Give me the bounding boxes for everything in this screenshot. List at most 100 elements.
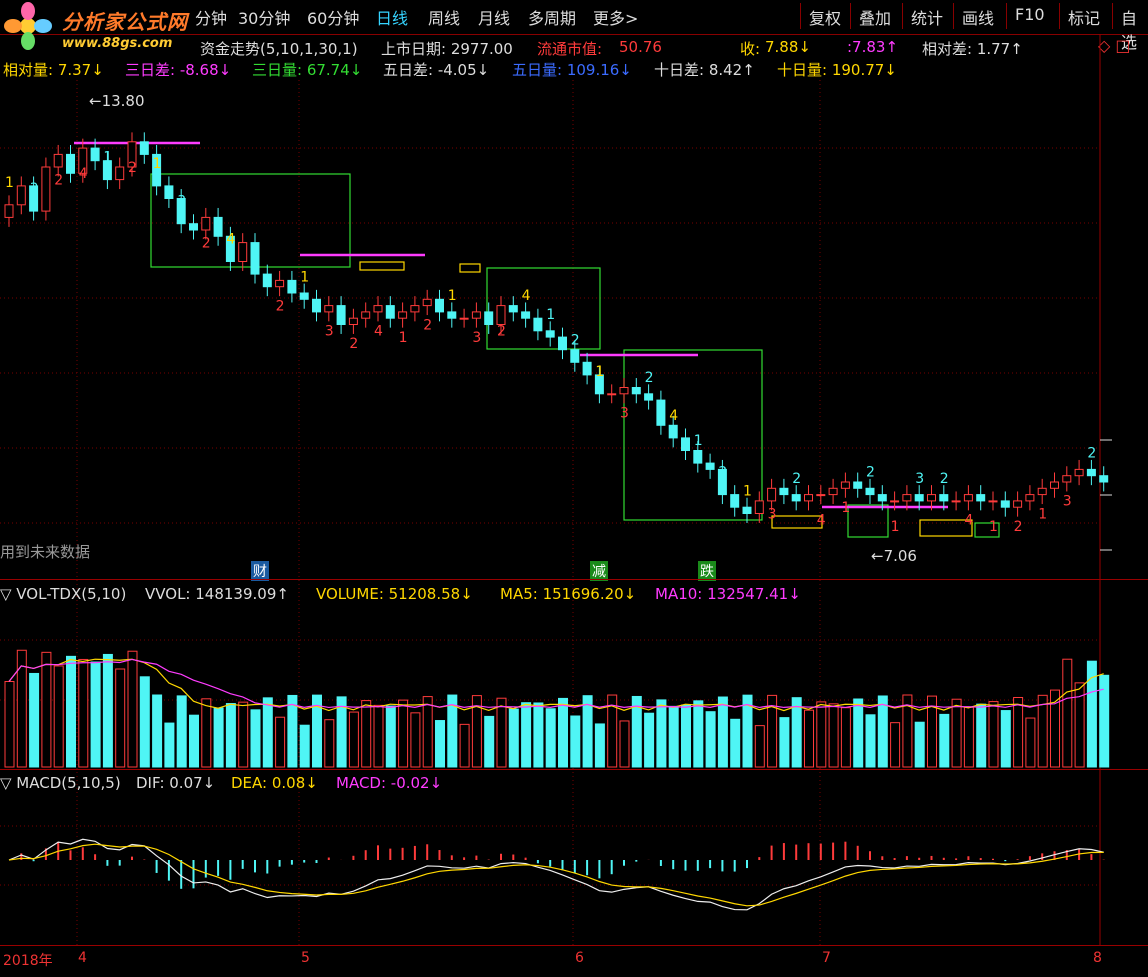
- signal-digit: 2: [54, 172, 63, 188]
- candle: [705, 462, 715, 470]
- tag-fall[interactable]: 跌: [698, 561, 716, 581]
- candle: [373, 305, 383, 313]
- volume-bar: [201, 698, 212, 768]
- volume-bar: [816, 701, 827, 768]
- signal-digit: 1: [300, 269, 309, 285]
- volume-bar: [422, 696, 433, 768]
- signal-digit: 2: [423, 317, 432, 333]
- candle: [422, 298, 432, 307]
- candle: [312, 298, 321, 313]
- volume-bar: [570, 715, 581, 768]
- signal-digit: 1: [694, 433, 703, 449]
- volume-bar: [176, 695, 187, 768]
- signal-digit: 3: [620, 406, 629, 422]
- candle: [1037, 487, 1047, 496]
- candle: [139, 141, 149, 155]
- volume-bar: [619, 720, 630, 768]
- candle: [164, 185, 174, 199]
- volume-bar: [877, 695, 888, 768]
- candle: [988, 500, 998, 503]
- candle: [816, 494, 826, 497]
- candle: [865, 487, 875, 496]
- candle: [853, 481, 863, 489]
- volume-bar: [484, 715, 495, 768]
- candle: [1086, 468, 1096, 477]
- candle: [927, 494, 936, 502]
- volume-bar: [779, 717, 790, 768]
- volume-value: VOLUME: 51208.58↓: [316, 585, 473, 603]
- candle: [840, 481, 850, 489]
- candle: [385, 305, 395, 319]
- volume-bar: [533, 702, 544, 768]
- volume-bar: [213, 707, 224, 768]
- signal-digit: 1: [989, 519, 998, 535]
- signal-digit: 2: [940, 471, 949, 487]
- candle: [398, 311, 408, 319]
- signal-digit: 1: [103, 150, 112, 166]
- ma10-value: MA10: 132547.41↓: [655, 585, 801, 603]
- date-label: 2018年: [3, 953, 53, 969]
- signal-digit: 4: [669, 408, 678, 424]
- candle: [238, 242, 248, 263]
- vvol-value: VVOL: 148139.09↑: [145, 585, 289, 603]
- candle: [804, 494, 813, 502]
- signal-digit: 1: [153, 156, 162, 172]
- volume-bar: [521, 702, 532, 768]
- signal-digit: 2: [276, 298, 285, 314]
- volume-bar: [459, 723, 470, 768]
- signal-digit: 4: [522, 288, 531, 304]
- volume-bar: [238, 701, 249, 768]
- signal-digit: 2: [866, 465, 875, 481]
- candle: [287, 279, 297, 294]
- volume-bar: [558, 697, 568, 768]
- signal-digit: 3: [30, 181, 39, 197]
- macd-indicator-name[interactable]: ▽ MACD(5,10,5): [0, 774, 121, 792]
- signal-digit: 4: [79, 166, 88, 182]
- volume-bar: [853, 698, 864, 768]
- signal-digit: 3: [1063, 494, 1072, 510]
- signal-digit: 2: [1087, 446, 1096, 462]
- candle: [668, 424, 678, 439]
- volume-bar: [435, 720, 445, 768]
- candle: [41, 166, 51, 212]
- volume-bar: [299, 724, 310, 768]
- tag-finance[interactable]: 财: [251, 561, 269, 581]
- volume-bar: [988, 701, 999, 768]
- candle: [1099, 475, 1109, 483]
- dea-value: DEA: 0.08↓: [231, 774, 318, 792]
- date-label: 5: [301, 950, 310, 966]
- candle: [521, 311, 531, 319]
- candle: [1074, 468, 1084, 477]
- volume-bar: [594, 723, 605, 768]
- candle: [459, 317, 469, 320]
- volume-bar: [324, 719, 335, 768]
- panel-divider: [0, 769, 1148, 770]
- candle: [644, 393, 654, 401]
- signal-digit: 1: [448, 288, 457, 304]
- candle: [435, 298, 444, 313]
- volume-bar: [41, 651, 52, 768]
- volume-bar: [545, 708, 556, 768]
- candle: [545, 330, 555, 338]
- kline-chart-area[interactable]: 1 32 412 132 4121324 1213 241213241213241213 24…: [0, 0, 1148, 977]
- volume-bar: [508, 708, 519, 768]
- volume-bar: [963, 706, 974, 768]
- vol-indicator-name[interactable]: ▽ VOL-TDX(5,10): [0, 585, 126, 603]
- signal-digit: 2: [349, 336, 358, 352]
- date-label: 7: [822, 950, 831, 966]
- volume-bar: [914, 721, 925, 768]
- candle: [201, 216, 211, 231]
- candle: [914, 494, 924, 502]
- volume-bar: [262, 697, 273, 768]
- candle: [754, 500, 764, 514]
- volume-bar: [865, 714, 876, 768]
- candle: [681, 437, 690, 451]
- volume-bar: [250, 709, 261, 768]
- candle: [730, 494, 740, 508]
- signal-digit: 1: [595, 364, 604, 380]
- volume-bar: [644, 712, 655, 768]
- volume-bar: [4, 681, 15, 768]
- candle: [767, 487, 777, 502]
- tag-reduce[interactable]: 减: [590, 561, 608, 581]
- high-price-marker: ←13.80: [89, 92, 145, 110]
